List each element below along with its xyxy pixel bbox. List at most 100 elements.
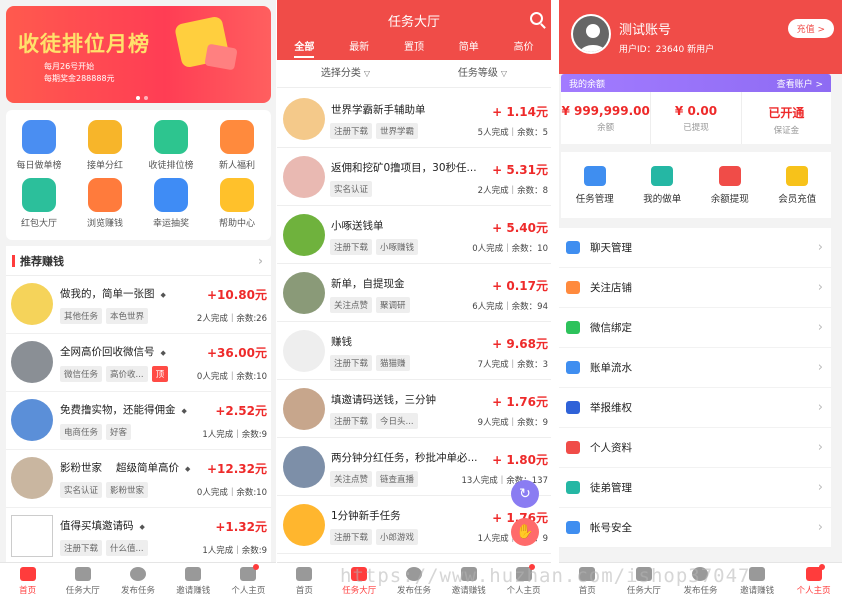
feature-yen[interactable]: 接单分红 (72, 120, 138, 171)
feature-gift[interactable]: 新人福利 (204, 120, 270, 171)
list-item[interactable]: 影粉世家 超级简单高价 ◆ +12.32元 实名认证 影粉世家 0人完成｜余数:10 (6, 450, 271, 508)
quick-task[interactable]: 任务管理 (561, 152, 629, 218)
quick-crown[interactable]: 会员充值 (764, 152, 832, 218)
android-icon: ◆ (185, 465, 191, 473)
recharge-button[interactable]: 充值 > (787, 19, 834, 38)
item-title: 值得买填邀请码 ◆ (60, 518, 145, 533)
task-row[interactable]: 1分钟新手任务+ 1.76元注册下载小郎游戏1人完成｜余数：9 (277, 498, 551, 554)
tab-2[interactable]: 发布任务 (110, 563, 165, 600)
tab-2[interactable]: 置顶 (404, 38, 424, 58)
avatar[interactable] (571, 14, 611, 54)
tab-1[interactable]: 任务大厅 (55, 563, 110, 600)
task-title: 赚钱 (331, 334, 355, 349)
menu-label: 举报维权 (590, 402, 632, 414)
tab-0[interactable]: 首页 (277, 563, 332, 600)
feature-money-bag[interactable]: 浏览赚钱 (72, 178, 138, 229)
menu-profile[interactable]: 个人资料 › (559, 428, 831, 468)
balance-item[interactable]: 已开通 保证金 (742, 92, 831, 144)
task-tags: 注册下载 猫猫赚 (330, 355, 410, 371)
menu-warning[interactable]: 举报维权 › (559, 388, 831, 428)
item-tags: 注册下载 什么值... (60, 540, 148, 556)
task-row[interactable]: 填邀请码送钱，三分钟 + 1.76元 注册下载 今日头... 9人完成｜余数：9 (277, 382, 551, 438)
quick-wallet[interactable]: 余额提现 (696, 152, 764, 218)
task-row[interactable]: 返佣和挖矿0撸项目，30秒任... + 5.31元 实名认证 2人完成｜余数：8 (277, 150, 551, 206)
tab-4[interactable]: 高价 (514, 38, 534, 58)
apprentice-icon (566, 481, 580, 494)
list-item[interactable]: 做我的，简单一张图 ◆ +10.80元 其他任务 本色世界 2人完成｜余数:26 (6, 276, 271, 334)
quick-label: 我的做单 (643, 194, 682, 205)
tab-label: 首页 (295, 586, 313, 596)
item-title: 影粉世家 超级简单高价 ◆ (60, 460, 190, 475)
item-tags: 其他任务 本色世界 (60, 308, 149, 324)
refresh-icon[interactable]: ↻ (511, 480, 539, 508)
item-stat: 1人完成｜余数:9 (202, 430, 267, 440)
tab-4[interactable]: 个人主页 (785, 563, 842, 600)
quick-label: 会员充值 (778, 194, 817, 205)
promo-banner[interactable]: 收徒排位月榜 每月26号开始 每期奖金288888元 (6, 6, 271, 103)
carousel-dots[interactable] (136, 96, 148, 100)
item-avatar (11, 399, 53, 441)
tab-4[interactable]: 个人主页 (221, 563, 276, 600)
feature-bulb[interactable]: 帮助中心 (204, 178, 270, 229)
quick-label: 余额提现 (710, 194, 749, 205)
bulb-icon (220, 178, 254, 212)
tab-3[interactable]: 简单 (459, 38, 479, 58)
task-title-text: 赚钱 (331, 336, 352, 348)
tab-0[interactable]: 首页 (0, 563, 55, 600)
profile-icon (566, 441, 580, 454)
task-row[interactable]: 世界学霸新手辅助单 + 1.14元 注册下载 世界学霸 5人完成｜余数：5 (277, 92, 551, 148)
balance-item[interactable]: ¥ 999,999.00 余额 (561, 92, 652, 144)
user-id: 用户ID：23640 新用户 (619, 45, 715, 55)
menu-chat[interactable]: 聊天管理 › (559, 228, 831, 268)
view-account-link[interactable]: 查看账户 > (777, 77, 823, 90)
task-stat: 5人完成｜余数：5 (477, 128, 548, 138)
feature-label: 收徒排位榜 (148, 161, 194, 171)
item-price: +2.52元 (215, 404, 267, 418)
list-item[interactable]: 免费撸实物，还能得佣金 ◆ +2.52元 电商任务 好客 1人完成｜余数:9 (6, 392, 271, 450)
menu-shop[interactable]: 关注店铺 › (559, 268, 831, 308)
feature-label: 新人福利 (218, 161, 255, 171)
item-price: +12.32元 (206, 462, 267, 476)
task-tag: 注册下载 (330, 239, 373, 255)
menu-bill[interactable]: 账单流水 › (559, 348, 831, 388)
task-avatar (283, 214, 325, 256)
users-icon (185, 567, 202, 581)
feature-wheel[interactable]: 幸运抽奖 (138, 178, 204, 229)
recommend-header[interactable]: 推荐赚钱 › (6, 246, 271, 276)
search-icon[interactable] (530, 12, 543, 25)
task-row[interactable]: 赚钱 + 9.68元 注册下载 猫猫赚 7人完成｜余数：3 (277, 324, 551, 380)
hand-icon[interactable]: ✋ (511, 518, 539, 546)
menu-wechat[interactable]: 微信绑定 › (559, 308, 831, 348)
item-avatar (11, 515, 53, 557)
task-row[interactable]: 小啄送钱单 + 5.40元 注册下载 小啄赚钱 0人完成｜余数：10 (277, 208, 551, 264)
menu-shield[interactable]: 帐号安全 › (559, 508, 831, 548)
balance-label: 已提现 (683, 123, 709, 133)
tab-3[interactable]: 邀请赚钱 (166, 563, 221, 600)
item-avatar (11, 283, 53, 325)
item-tags: 电商任务 好客 (60, 424, 132, 440)
tab-0[interactable]: 全部 (294, 38, 315, 58)
tab-1[interactable]: 最新 (349, 38, 369, 58)
task-avatar (283, 446, 325, 488)
tab-label: 个人主页 (231, 586, 266, 596)
feature-red-envelope[interactable]: 红包大厅 (6, 178, 72, 229)
list-item[interactable]: 全网高价回收微信号 ◆ +36.00元 微信任务 高价收... 顶 0人完成｜余数:10 (6, 334, 271, 392)
feature-list[interactable]: 每日做单榜 (6, 120, 72, 171)
task-icon (583, 166, 606, 186)
item-tag: 其他任务 (60, 308, 103, 324)
balance-item[interactable]: ¥ 0.00 已提现 (651, 92, 742, 144)
menu-apprentice[interactable]: 徒弟管理 › (559, 468, 831, 508)
category-filter[interactable]: 选择分类 ▽ (277, 60, 414, 87)
list-item[interactable]: 值得买填邀请码 ◆ +1.32元 注册下载 什么值... 1人完成｜余数:9 (6, 508, 271, 566)
task-row[interactable]: 两分钟分红任务，秒批冲单必... + 1.80元 关注点赞 链查直播 13人完成｜余数：… (277, 440, 551, 496)
task-tags: 关注点赞 链查直播 (330, 471, 419, 487)
task-title: 1分钟新手任务 (331, 508, 404, 523)
quick-card[interactable]: 我的做单 (629, 152, 697, 218)
level-filter[interactable]: 任务等级 ▽ (414, 60, 551, 87)
item-tag: 注册下载 (60, 540, 103, 556)
recommend-section: 推荐赚钱 › 做我的，简单一张图 ◆ +10.80元 其他任务 本色世界 2人完成｜余数:… (6, 246, 271, 566)
balance-value: ¥ 999,999.00 (561, 104, 650, 118)
feature-bar-chart[interactable]: 收徒排位榜 (138, 120, 204, 171)
task-row[interactable]: 新单，自提现金 + 0.17元 关注点赞 聚调研 6人完成｜余数：94 (277, 266, 551, 322)
chevron-right-icon: › (258, 254, 263, 268)
